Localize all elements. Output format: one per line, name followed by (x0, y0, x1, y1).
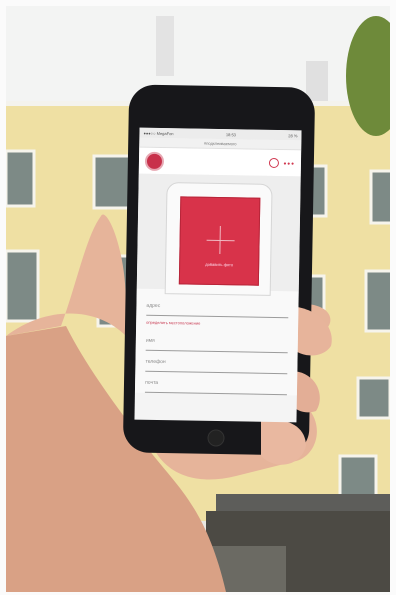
home-button (207, 429, 225, 447)
contact-form: адрес определить местоположение имя теле… (134, 288, 299, 396)
more-dots-icon[interactable]: ••• (283, 159, 295, 168)
photo-frame: ●●●○○ MegaFon 18:53 28 % #подклеиваемого… (6, 6, 390, 592)
carrier-label: ●●●○○ MegaFon (143, 130, 174, 136)
user-icon[interactable] (268, 157, 279, 169)
email-field[interactable]: почта (144, 371, 288, 396)
add-photo-button[interactable]: добавить фото (178, 196, 261, 286)
logo-icon[interactable] (144, 151, 165, 171)
battery-label: 28 % (288, 132, 298, 138)
chimney (156, 16, 174, 76)
time-label: 18:53 (225, 131, 236, 137)
app-header: ••• (138, 147, 302, 177)
address-field[interactable]: адрес (146, 294, 289, 319)
phone-field[interactable]: телефон (145, 350, 288, 375)
add-photo-label: добавить фото (205, 261, 234, 268)
name-field[interactable]: имя (145, 329, 289, 354)
header-actions: ••• (268, 157, 295, 169)
chimney-2 (306, 61, 328, 101)
photo-upload-area: добавить фото (136, 173, 301, 296)
phone-screen: ●●●○○ MegaFon 18:53 28 % #подклеиваемого… (134, 127, 302, 423)
geolocation-link[interactable]: определить местоположение (146, 316, 288, 332)
